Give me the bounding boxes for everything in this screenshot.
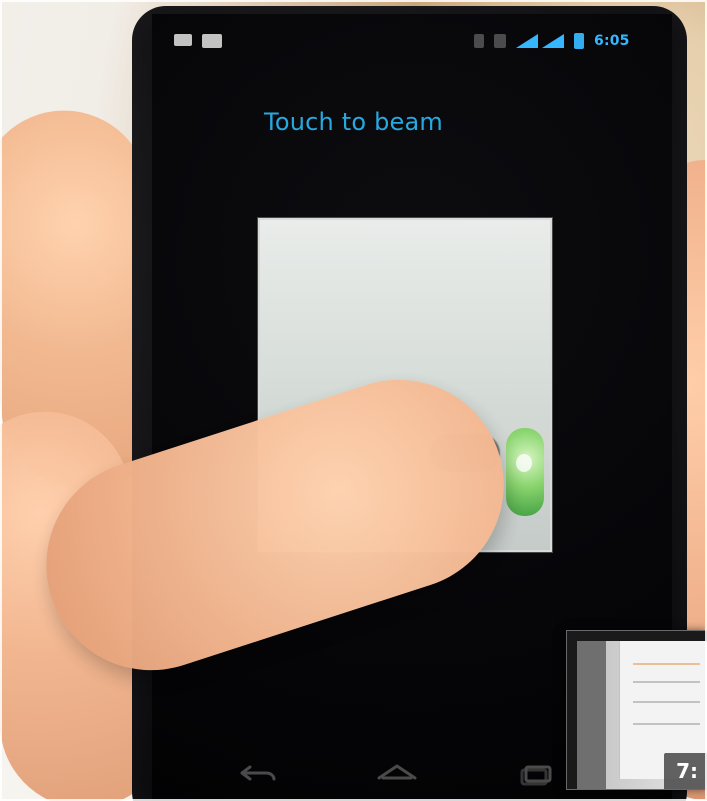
thumbnail-line xyxy=(633,681,700,683)
android-figure xyxy=(506,428,544,516)
photo-icon xyxy=(174,34,192,46)
status-right-icons: 6:05 xyxy=(474,33,630,49)
status-time: 6:05 xyxy=(594,33,630,49)
back-icon xyxy=(240,765,276,781)
video-icon xyxy=(202,34,222,48)
thumbnail-timestamp: 7: xyxy=(664,753,707,789)
back-button[interactable] xyxy=(232,759,284,787)
touch-to-beam-title: Touch to beam xyxy=(264,108,443,136)
navigation-bar xyxy=(232,756,562,790)
home-icon xyxy=(377,764,417,780)
sync-icon xyxy=(474,34,484,48)
home-button[interactable] xyxy=(371,759,423,787)
battery-icon xyxy=(574,33,584,49)
video-thumbnail[interactable]: 7: xyxy=(566,630,707,790)
thumbnail-line xyxy=(633,663,700,665)
recents-icon xyxy=(520,765,552,786)
signal-icon xyxy=(542,34,564,48)
recents-button[interactable] xyxy=(510,759,562,787)
video-frame: 6:05 Touch to beam 7: xyxy=(0,0,707,801)
thumbnail-line xyxy=(633,701,700,703)
status-left-icons xyxy=(174,34,222,48)
sd-icon xyxy=(494,34,506,48)
wifi-icon xyxy=(516,34,538,48)
thumbnail-line xyxy=(633,723,700,725)
